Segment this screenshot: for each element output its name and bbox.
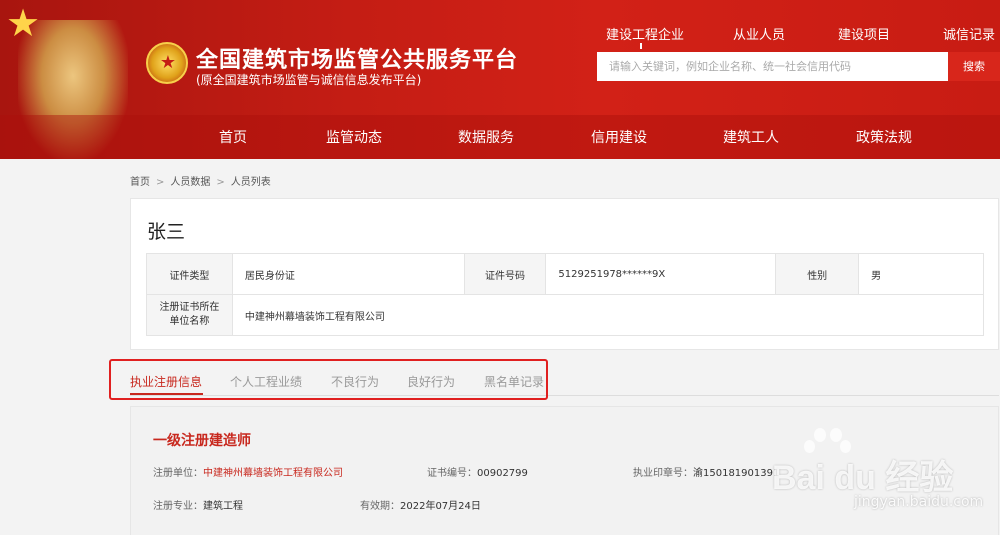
- cert-major-value: 建筑工程: [203, 501, 243, 512]
- national-emblem-icon: ★: [146, 42, 188, 84]
- company-link[interactable]: 中建神州幕墙装饰工程有限公司: [231, 294, 985, 336]
- site-title[interactable]: 全国建筑市场监管公共服务平台: [196, 42, 518, 74]
- breadcrumb-person-list[interactable]: 人员列表: [231, 177, 271, 188]
- main-nav: 首页 监管动态 数据服务 信用建设 建筑工人 政策法规: [0, 115, 1000, 159]
- gender-value: 男: [858, 253, 984, 295]
- toplink-personnel[interactable]: 从业人员: [733, 24, 785, 43]
- cert-valid-value: 2022年07月24日: [400, 501, 481, 512]
- toplink-enterprise[interactable]: 建设工程企业: [606, 24, 684, 49]
- cert-major: 注册专业：建筑工程: [153, 497, 243, 512]
- person-info-table: 证件类型 居民身份证 证件号码 5129251978******9X 性别 男 …: [146, 253, 985, 336]
- toplink-projects[interactable]: 建设项目: [838, 24, 890, 43]
- cert-seal: 执业印章号：渝150181901391: [633, 464, 779, 479]
- baidu-jingyan-watermark: Bai du 经验 jingyan.baidu.com: [772, 428, 1000, 518]
- watermark-text: Bai du 经验: [772, 459, 954, 497]
- site-subtitle: (原全国建筑市场监管与诚信信息发布平台): [196, 73, 422, 87]
- id-no-label: 证件号码: [463, 253, 547, 295]
- nav-item-data[interactable]: 数据服务: [458, 127, 514, 147]
- table-row: 注册证书所在 单位名称 中建神州幕墙装饰工程有限公司: [146, 294, 985, 336]
- header-banner: ★ ★ 全国建筑市场监管公共服务平台 (原全国建筑市场监管与诚信信息发布平台) …: [0, 0, 1000, 159]
- person-card: 张三 证件类型 居民身份证 证件号码 5129251978******9X 性别…: [130, 198, 999, 350]
- site-header: ★ ★ 全国建筑市场监管公共服务平台 (原全国建筑市场监管与诚信信息发布平台) …: [0, 0, 1000, 159]
- nav-item-home[interactable]: 首页: [219, 127, 247, 147]
- table-row: 证件类型 居民身份证 证件号码 5129251978******9X 性别 男: [146, 253, 984, 295]
- top-links: 建设工程企业 从业人员 建设项目 诚信记录: [598, 24, 1000, 49]
- search-input[interactable]: 请输入关键词，例如企业名称、统一社会信用代码: [597, 52, 948, 81]
- nav-item-supervision[interactable]: 监管动态: [326, 127, 382, 147]
- search-button[interactable]: 搜索: [948, 52, 1000, 81]
- cert-seal-value: 渝150181901391: [693, 468, 780, 479]
- company-label-line2: 单位名称: [169, 316, 210, 327]
- id-type-value: 居民身份证: [231, 253, 465, 295]
- watermark-url: jingyan.baidu.com: [854, 494, 984, 510]
- chevron-right-icon: >: [156, 177, 165, 188]
- company-label: 注册证书所在 单位名称: [146, 294, 233, 336]
- cert-unit-label: 注册单位：: [153, 468, 203, 479]
- id-no-value: 5129251978******9X: [545, 253, 777, 295]
- breadcrumb-person-data[interactable]: 人员数据: [170, 177, 210, 188]
- certificate-title: 一级注册建造师: [153, 433, 251, 449]
- cert-unit: 注册单位：中建神州幕墙装饰工程有限公司: [153, 464, 343, 479]
- nav-item-workers[interactable]: 建筑工人: [723, 127, 779, 147]
- cert-number: 证书编号：00902799: [427, 464, 528, 479]
- cert-unit-link[interactable]: 中建神州幕墙装饰工程有限公司: [203, 468, 343, 479]
- cert-valid-label: 有效期：: [360, 501, 400, 512]
- id-type-label: 证件类型: [146, 253, 233, 295]
- toplink-credit[interactable]: 诚信记录: [943, 24, 995, 43]
- nav-item-credit[interactable]: 信用建设: [591, 127, 647, 147]
- star-icon: ★: [6, 1, 41, 45]
- cert-valid: 有效期：2022年07月24日: [360, 497, 481, 512]
- gender-label: 性别: [775, 253, 860, 295]
- chevron-right-icon: >: [216, 177, 225, 188]
- company-label-line1: 注册证书所在: [159, 302, 220, 313]
- cert-number-label: 证书编号：: [427, 468, 477, 479]
- breadcrumb: 首页 > 人员数据 > 人员列表: [130, 173, 271, 188]
- nav-item-policy[interactable]: 政策法规: [856, 127, 912, 147]
- person-name: 张三: [147, 221, 186, 243]
- cert-major-label: 注册专业：: [153, 501, 203, 512]
- highlight-frame: [109, 359, 548, 400]
- cert-seal-label: 执业印章号：: [633, 468, 693, 479]
- breadcrumb-home[interactable]: 首页: [130, 177, 150, 188]
- cert-number-value: 00902799: [477, 468, 528, 479]
